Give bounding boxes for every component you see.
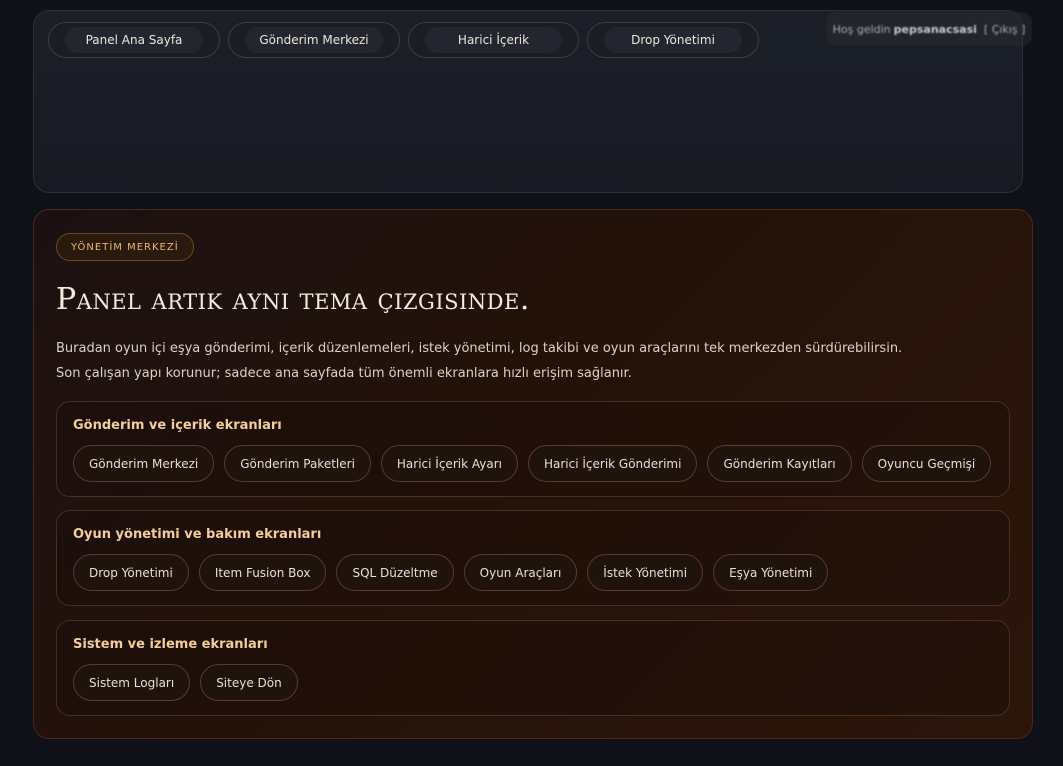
page-description: Buradan oyun içi eşya gönderimi, içerik … <box>56 336 1016 386</box>
logout-link[interactable]: [ Çıkış ] <box>984 23 1025 36</box>
link-item-fusion-box[interactable]: Item Fusion Box <box>198 554 327 591</box>
nav-external-content-button[interactable]: Harici İçerik <box>408 22 579 58</box>
link-external-content-dispatch[interactable]: Harici İçerik Gönderimi <box>527 445 698 482</box>
group-title: Oyun yönetimi ve bakım ekranları <box>73 527 322 542</box>
link-back-to-site[interactable]: Siteye Dön <box>200 664 298 701</box>
link-drop-management[interactable]: Drop Yönetimi <box>73 554 189 591</box>
description-line: Buradan oyun içi eşya gönderimi, içerik … <box>56 341 903 356</box>
game-management-group: Oyun yönetimi ve bakım ekranları Drop Yö… <box>56 510 1010 606</box>
link-game-tools[interactable]: Oyun Araçları <box>463 554 578 591</box>
management-hero-panel: YÖNETİM MERKEZİ Panel artık aynı tema çi… <box>33 209 1033 739</box>
group-links: Drop Yönetimi Item Fusion Box SQL Düzelt… <box>73 554 829 591</box>
group-title: Sistem ve izleme ekranları <box>73 637 268 652</box>
section-eyebrow-badge: YÖNETİM MERKEZİ <box>56 233 194 261</box>
welcome-greeting: Hoş geldin <box>832 22 891 36</box>
link-dispatch-packages[interactable]: Gönderim Paketleri <box>224 445 371 482</box>
group-title: Gönderim ve içerik ekranları <box>73 418 282 433</box>
link-sql-fix[interactable]: SQL Düzeltme <box>336 554 454 591</box>
user-welcome-box: Hoş geldin pepsanacsasi [ Çıkış ] <box>826 12 1032 46</box>
group-links: Sistem Logları Siteye Dön <box>73 664 298 701</box>
link-external-content-settings[interactable]: Harici İçerik Ayarı <box>380 445 518 482</box>
link-dispatch-logs[interactable]: Gönderim Kayıtları <box>707 445 852 482</box>
main-nav: Panel Ana Sayfa Gönderim Merkezi Harici … <box>48 22 759 58</box>
username: pepsanacsasi <box>893 22 977 36</box>
page-title: Panel artık aynı tema çizgisinde. <box>56 282 530 317</box>
nav-label: Panel Ana Sayfa <box>85 33 183 47</box>
nav-label: Harici İçerik <box>457 33 530 47</box>
dispatch-content-group: Gönderim ve içerik ekranları Gönderim Me… <box>56 401 1010 497</box>
group-links: Gönderim Merkezi Gönderim Paketleri Hari… <box>73 445 992 482</box>
nav-label: Drop Yönetimi <box>631 33 715 47</box>
nav-label: Gönderim Merkezi <box>259 33 369 47</box>
nav-panel-home-button[interactable]: Panel Ana Sayfa <box>48 22 220 58</box>
link-request-management[interactable]: İstek Yönetimi <box>587 554 704 591</box>
nav-drop-management-button[interactable]: Drop Yönetimi <box>587 22 759 58</box>
link-item-management[interactable]: Eşya Yönetimi <box>713 554 829 591</box>
link-system-logs[interactable]: Sistem Logları <box>73 664 191 701</box>
link-dispatch-center[interactable]: Gönderim Merkezi <box>73 445 215 482</box>
nav-dispatch-center-button[interactable]: Gönderim Merkezi <box>228 22 400 58</box>
system-monitoring-group: Sistem ve izleme ekranları Sistem Loglar… <box>56 620 1010 716</box>
description-line: Son çalışan yapı korunur; sadece ana say… <box>56 366 632 381</box>
link-player-history[interactable]: Oyuncu Geçmişi <box>861 445 992 482</box>
